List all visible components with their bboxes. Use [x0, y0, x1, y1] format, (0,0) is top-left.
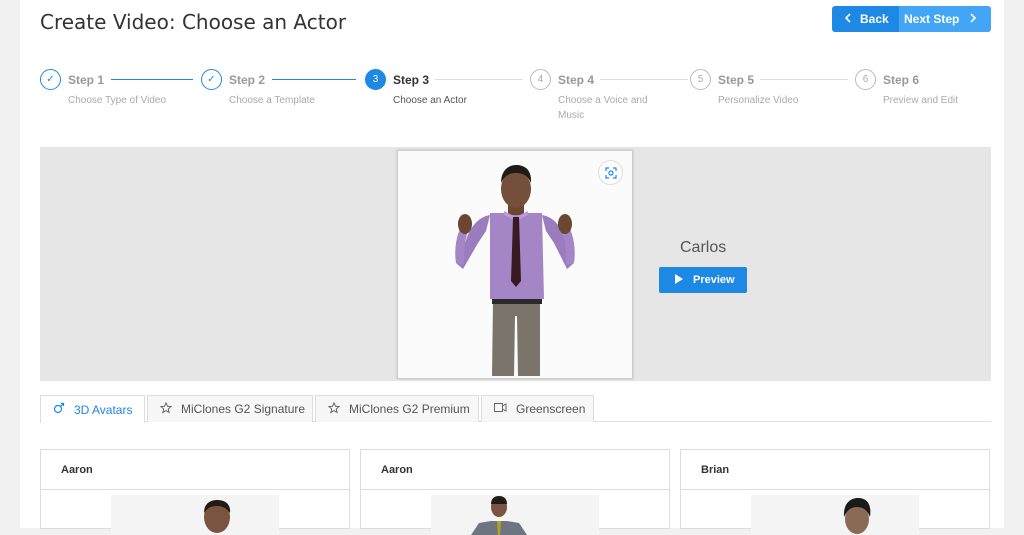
focus-icon [604, 166, 617, 179]
next-step-button-label: Next Step [904, 12, 960, 26]
step-connector [435, 79, 523, 80]
video-icon [494, 402, 507, 416]
next-step-button[interactable]: Next Step [899, 6, 991, 32]
avatar-name: Aaron [61, 464, 93, 476]
stepper: ✓ Step 1 Choose Type of Video ✓ Step 2 C… [40, 69, 984, 124]
step-4-desc: Choose a Voice and Music [558, 95, 648, 121]
avatar-icon [53, 402, 65, 417]
actor-image [398, 151, 632, 378]
avatar-card[interactable]: Aaron [360, 449, 670, 535]
step-4-label: Step 4 [558, 73, 595, 87]
step-6-desc: Preview and Edit [883, 95, 959, 106]
step-5-number: 5 [690, 69, 711, 90]
avatar-thumbnail [431, 495, 599, 535]
tab-label: Greenscreen [516, 402, 586, 416]
back-button-label: Back [860, 12, 889, 26]
avatar-thumbnail [751, 495, 919, 535]
tab-miclones-g2-signature[interactable]: MiClones G2 Signature [147, 395, 313, 422]
step-4-number: 4 [530, 69, 551, 90]
step-1-desc: Choose Type of Video [68, 95, 167, 106]
divider [681, 489, 989, 490]
step-3-number: 3 [365, 69, 386, 90]
star-icon [327, 401, 341, 417]
avatar-name: Brian [701, 464, 730, 476]
actor-category-tabs: 3D Avatars MiClones G2 Signature MiClone… [40, 395, 991, 423]
step-5-desc: Personalize Video [718, 95, 799, 106]
step-6-label: Step 6 [883, 73, 920, 87]
step-5-label: Step 5 [718, 73, 755, 87]
play-icon [675, 274, 683, 286]
step-6-number: 6 [855, 69, 876, 90]
back-button[interactable]: Back [832, 6, 899, 32]
preview-button[interactable]: Preview [659, 267, 747, 293]
actor-preview-card [397, 150, 633, 379]
avatar-thumbnail [111, 495, 279, 535]
avatar-card[interactable]: Brian [680, 449, 990, 535]
step-3-desc: Choose an Actor [393, 95, 467, 106]
tab-greenscreen[interactable]: Greenscreen [481, 395, 594, 422]
page-title: Create Video: Choose an Actor [40, 10, 347, 34]
step-1-label: Step 1 [68, 73, 105, 87]
step-2-label: Step 2 [229, 73, 266, 87]
avatar-name: Aaron [381, 464, 413, 476]
fullscreen-button[interactable] [598, 160, 623, 185]
chevron-right-icon [969, 12, 977, 26]
selected-actor-name: Carlos [680, 239, 727, 256]
divider [361, 489, 669, 490]
nav-button-group: Back Next Step [832, 6, 991, 32]
step-connector [272, 79, 356, 80]
step-3-label: Step 3 [393, 73, 430, 87]
step-connector [600, 79, 688, 80]
step-2-check-icon: ✓ [201, 69, 222, 90]
actor-preview-area: Carlos Preview [40, 147, 991, 381]
step-connector [111, 79, 193, 80]
step-1-check-icon: ✓ [40, 69, 61, 90]
tab-label: 3D Avatars [74, 402, 133, 417]
step-2-desc: Choose a Template [229, 95, 315, 106]
preview-button-label: Preview [693, 274, 735, 286]
step-connector [760, 79, 848, 80]
tab-miclones-g2-premium[interactable]: MiClones G2 Premium [315, 395, 479, 422]
avatar-card[interactable]: Aaron [40, 449, 350, 535]
star-icon [159, 401, 173, 417]
tab-label: MiClones G2 Premium [349, 402, 470, 416]
page-container: Create Video: Choose an Actor Back Next … [20, 0, 1004, 535]
tab-label: MiClones G2 Signature [181, 402, 306, 416]
divider [41, 489, 349, 490]
chevron-left-icon [844, 12, 852, 26]
tab-3d-avatars[interactable]: 3D Avatars [40, 395, 145, 423]
